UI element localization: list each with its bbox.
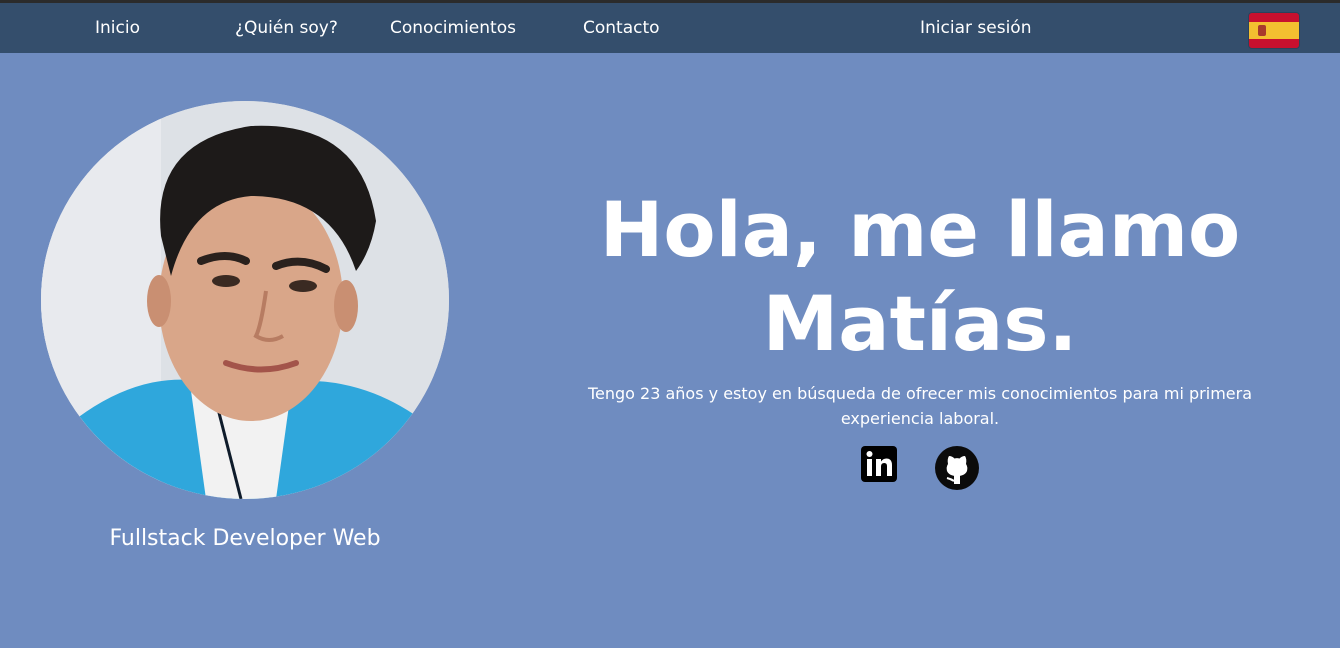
spain-flag-icon[interactable]	[1249, 13, 1299, 48]
nav-link-inicio[interactable]: Inicio	[95, 18, 140, 38]
headline-line-1: Hola, me llamo	[599, 185, 1241, 274]
nav-link-quien-soy[interactable]: ¿Quién soy?	[235, 18, 338, 38]
bio-text: Tengo 23 años y estoy en búsqueda de ofr…	[587, 384, 1253, 428]
login-link[interactable]: Iniciar sesión	[920, 18, 1031, 38]
headline-line-2: Matías.	[762, 279, 1078, 368]
role-subtitle: Fullstack Developer Web	[109, 526, 381, 551]
nav-link-contacto[interactable]: Contacto	[583, 18, 660, 38]
profile-photo	[41, 101, 449, 499]
github-icon[interactable]	[935, 446, 979, 494]
hero-headline: Hola, me llamo Matías.	[560, 183, 1280, 371]
profile-photo-illustration	[41, 101, 449, 499]
top-navbar: Inicio ¿Quién soy? Conocimientos Contact…	[0, 0, 1340, 53]
linkedin-icon[interactable]	[861, 446, 897, 486]
nav-link-conocimientos[interactable]: Conocimientos	[390, 18, 516, 38]
